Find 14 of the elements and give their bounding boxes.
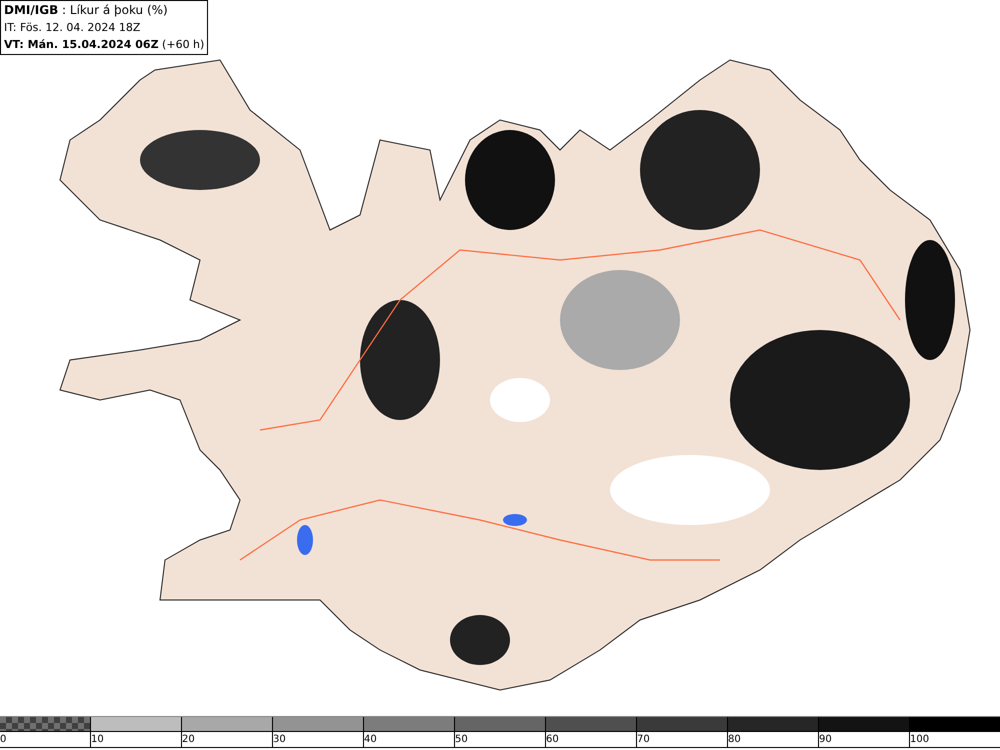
legend-label: 90 [819,733,832,747]
legend-label: 80 [728,733,741,747]
legend-label: 70 [637,733,650,747]
legend-label: 30 [273,733,286,747]
legend-label: 20 [182,733,195,747]
issue-time: IT: Fös. 12. 04. 2024 18Z [4,20,142,36]
map-title: DMI/IGB : Líkur á þoku (%) [4,2,169,19]
legend-label: 0 [0,733,6,747]
legend-label: 40 [364,733,377,747]
valid-time: VT: Mán. 15.04.2024 06Z (+60 h) [4,37,204,53]
legend-label: 10 [91,733,104,747]
legend-label: 50 [455,733,468,747]
legend-label: 60 [546,733,559,747]
legend-label: 100 [910,733,930,747]
